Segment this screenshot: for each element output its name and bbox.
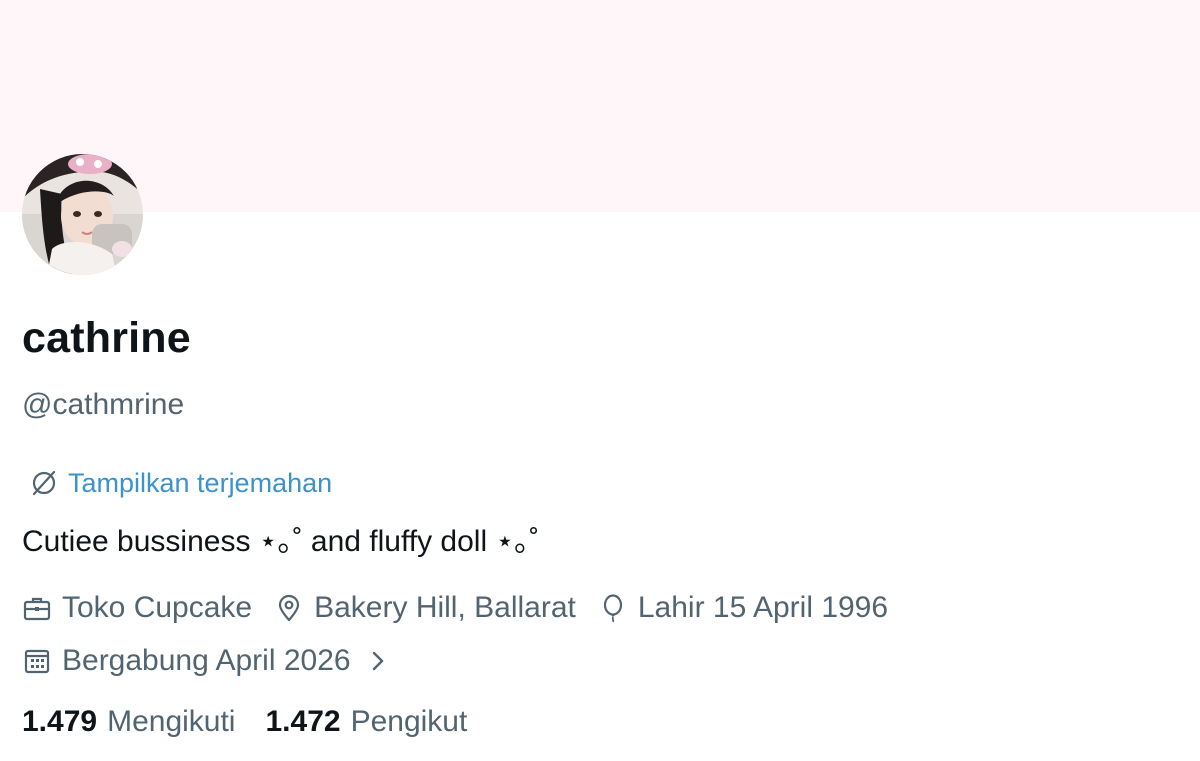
profile-meta-row-joined: Bergabung April 2026 (22, 641, 411, 681)
translate-icon (28, 467, 60, 499)
following-count: 1.479 (22, 705, 98, 738)
work-item: Toko Cupcake (22, 588, 252, 628)
avatar[interactable] (22, 154, 143, 275)
location-pin-icon (274, 593, 304, 623)
chevron-right-icon[interactable] (367, 646, 389, 676)
translate-label[interactable]: Tampilkan terjemahan (68, 464, 332, 502)
profile-banner[interactable] (0, 0, 1200, 212)
profile-meta-row: Toko Cupcake Bakery Hill, Ballarat Lahir… (22, 588, 910, 628)
followers-label: Pengikut (350, 705, 468, 738)
birthday-item: Lahir 15 April 1996 (598, 588, 888, 628)
follow-stats: 1.479 Mengikuti 1.472 Pengikut (22, 702, 497, 742)
bio: Cutiee bussiness ⋆｡˚ and fluffy doll ⋆｡˚ (22, 525, 540, 558)
followers-count: 1.472 (265, 705, 341, 738)
briefcase-icon (22, 593, 52, 623)
work-label: Toko Cupcake (62, 591, 253, 624)
location-label: Bakery Hill, Ballarat (314, 591, 576, 624)
birthday-label: Lahir 15 April 1996 (637, 591, 889, 624)
joined-item[interactable]: Bergabung April 2026 (22, 641, 389, 681)
user-handle: @cathmrine (22, 388, 185, 421)
followers-link[interactable]: 1.472 Pengikut (265, 702, 467, 742)
calendar-icon (22, 646, 52, 676)
translate-link[interactable]: Tampilkan terjemahan (28, 464, 332, 502)
following-link[interactable]: 1.479 Mengikuti (22, 702, 235, 742)
balloon-icon (598, 593, 628, 623)
joined-label: Bergabung April 2026 (62, 644, 351, 677)
following-label: Mengikuti (107, 705, 236, 738)
display-name: cathrine (22, 314, 191, 362)
location-item: Bakery Hill, Ballarat (274, 588, 576, 628)
